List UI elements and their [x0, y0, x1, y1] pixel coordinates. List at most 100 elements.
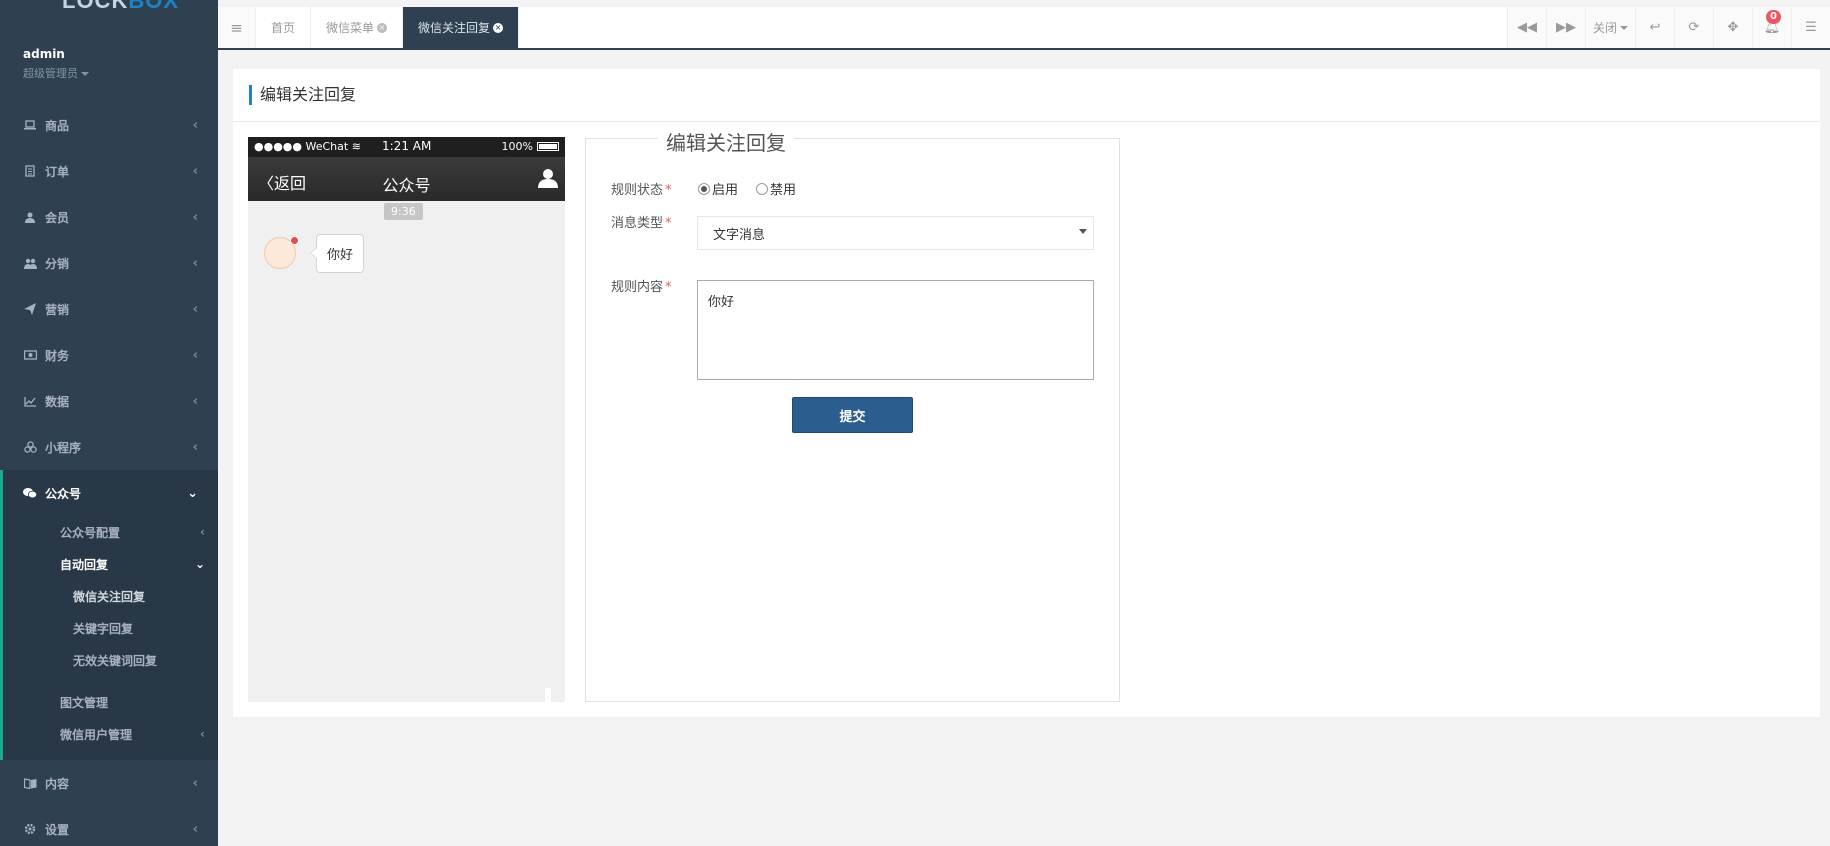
sidebar-item-wechat[interactable]: 公众号 ⌄	[3, 470, 218, 516]
backward-icon: ◀◀	[1517, 20, 1537, 35]
send-icon	[23, 303, 37, 315]
toolbar: ◀◀ ▶▶ 关闭 ↩ ⟳ ✥ 🔔︎ 0 ☰	[1507, 7, 1830, 48]
page-title: 编辑关注回复	[249, 85, 356, 105]
chevron-left-icon: ‹	[192, 347, 198, 363]
tab-wechat-menu[interactable]: 微信菜单 ×	[311, 7, 404, 48]
file-icon	[23, 165, 37, 177]
chevron-left-icon: ‹	[192, 255, 198, 271]
status-disable-radio[interactable]: 禁用	[756, 179, 796, 198]
chevron-left-icon: ‹	[192, 163, 198, 179]
status-time: 1:21 AM	[382, 139, 432, 153]
scrollbar	[545, 688, 551, 702]
caret-down-icon	[81, 72, 89, 76]
wechat-icon	[23, 487, 37, 499]
sidebar-item-goods[interactable]: 商品 ‹	[0, 102, 218, 148]
chevron-left-icon: ‹	[192, 301, 198, 317]
scroll-left-button[interactable]: ◀◀	[1507, 7, 1546, 48]
sidebar-item-finance[interactable]: 财务 ‹	[0, 332, 218, 378]
profile-icon	[537, 167, 559, 189]
list-icon: ☰	[1805, 20, 1817, 35]
sidebar-item-wechat-config[interactable]: 公众号配置 ‹	[3, 516, 218, 548]
type-label: 消息类型 *	[611, 216, 672, 231]
chat-timestamp: 9:36	[384, 203, 423, 220]
line-chart-icon	[23, 395, 37, 407]
refresh-button[interactable]: ⟳	[1674, 7, 1713, 48]
sidebar-item-settings[interactable]: 设置 ‹	[0, 806, 218, 846]
sidebar-item-data[interactable]: 数据 ‹	[0, 378, 218, 424]
content-textarea[interactable]: 你好	[697, 280, 1094, 380]
account-name: 公众号	[382, 176, 431, 195]
logo: LOCKBOX	[62, 0, 180, 13]
user-name: admin	[23, 47, 65, 61]
book-icon	[23, 777, 37, 789]
tab-home[interactable]: 首页	[256, 7, 312, 48]
chevron-left-icon: ‹	[192, 209, 198, 225]
sidebar-item-invalid-keyword-reply[interactable]: 无效关键词回复	[3, 644, 218, 676]
main-panel: 编辑关注回复 ●●●●● WeChat ≋ 1:21 AM 100% 〈返回 公…	[233, 69, 1820, 717]
radio-checked-icon	[698, 182, 710, 195]
status-row: 规则状态 * 启用 禁用	[611, 179, 814, 198]
sidebar-item-follow-reply[interactable]: 微信关注回复	[3, 580, 218, 612]
chevron-left-icon: ‹	[192, 393, 198, 409]
top-tab-bar: ≡ 首页 微信菜单 × 微信关注回复 × ◀◀ ▶▶ 关闭 ↩ ⟳ ✥ 🔔︎ 0 ☰	[218, 7, 1830, 50]
sidebar-item-wechat-users[interactable]: 微信用户管理 ‹	[3, 718, 218, 750]
fullscreen-button[interactable]: ✥	[1713, 7, 1752, 48]
options-button[interactable]: ☰	[1791, 7, 1830, 48]
radio-unchecked-icon	[756, 182, 769, 195]
money-icon	[23, 349, 37, 361]
phone-status-bar: ●●●●● WeChat ≋ 1:21 AM 100%	[248, 137, 565, 157]
menu-toggle-button[interactable]: ≡	[218, 7, 256, 48]
forward-icon: ▶▶	[1556, 20, 1576, 35]
close-tab-icon[interactable]: ×	[493, 22, 504, 33]
reply-icon: ↩	[1649, 20, 1661, 35]
user-role-dropdown[interactable]: 超级管理员	[23, 65, 89, 81]
sidebar-item-distribution[interactable]: 分销 ‹	[0, 240, 218, 286]
notifications-button[interactable]: 🔔︎ 0	[1752, 7, 1791, 48]
tab-follow-reply[interactable]: 微信关注回复 ×	[403, 7, 520, 48]
type-row: 消息类型 *	[611, 212, 698, 231]
chevron-down-icon: ⌄	[194, 557, 205, 571]
chevron-left-icon: ‹	[192, 117, 198, 133]
sidebar-item-content[interactable]: 内容 ‹	[0, 760, 218, 806]
chevron-down-icon: ⌄	[187, 485, 198, 501]
submit-button[interactable]: 提交	[792, 397, 913, 433]
battery-status: 100%	[502, 140, 559, 153]
status-enable-radio[interactable]: 启用	[698, 179, 738, 198]
sidebar-item-keyword-reply[interactable]: 关键字回复	[3, 612, 218, 644]
users-icon	[23, 257, 37, 269]
sidebar-item-members[interactable]: 会员 ‹	[0, 194, 218, 240]
edit-form: 编辑关注回复 规则状态 * 启用 禁用 消息类型 * 文字消息 规则内容 * 你好 提…	[585, 127, 1120, 702]
content-label: 规则内容 *	[611, 280, 672, 295]
caret-down-icon	[1620, 25, 1628, 30]
wifi-icon: ≋	[351, 140, 361, 153]
chevron-left-icon: ‹	[200, 525, 205, 539]
chevron-left-icon: ‹	[200, 727, 205, 741]
chevron-left-icon: ‹	[192, 775, 198, 791]
sidebar-item-auto-reply[interactable]: 自动回复 ⌄	[3, 548, 218, 580]
user-profile[interactable]: admin 超级管理员	[23, 47, 89, 81]
battery-icon	[537, 142, 559, 151]
sidebar-item-orders[interactable]: 订单 ‹	[0, 148, 218, 194]
arrows-icon: ✥	[1727, 20, 1739, 35]
content-row: 规则内容 *	[611, 276, 698, 295]
close-tab-icon[interactable]: ×	[377, 22, 388, 33]
chat-bubble: 你好	[309, 234, 365, 273]
sidebar-group-wechat: 公众号 ⌄ 公众号配置 ‹ 自动回复 ⌄ 微信关注回复 关键字回复 无效关键词回复 图…	[0, 470, 218, 760]
hamburger-icon: ≡	[230, 18, 243, 37]
sidebar-item-marketing[interactable]: 营销 ‹	[0, 286, 218, 332]
laptop-icon	[23, 119, 37, 131]
scroll-right-button[interactable]: ▶▶	[1546, 7, 1585, 48]
sidebar-item-miniprogram[interactable]: 小程序 ‹	[0, 424, 218, 470]
status-label: 规则状态 *	[611, 183, 672, 198]
sidebar: LOCKBOX admin 超级管理员 商品 ‹ 订单 ‹ 会员 ‹ 分销 ‹ 营销 ‹ …	[0, 0, 218, 846]
sidebar-nav: 商品‹ 订单‹ 会员‹ 分销‹ 营销‹ 财务‹ 数据‹ 小程序‹	[0, 102, 218, 846]
notification-dot	[290, 236, 299, 245]
sidebar-item-news-manage[interactable]: 图文管理	[3, 686, 218, 718]
close-tabs-dropdown[interactable]: 关闭	[1585, 7, 1635, 48]
back-button[interactable]: ↩	[1635, 7, 1674, 48]
user-icon	[23, 211, 37, 223]
cubes-icon	[23, 441, 37, 453]
phone-nav-bar: 〈返回 公众号	[248, 157, 565, 201]
chevron-left-icon: ‹	[192, 439, 198, 455]
message-type-select[interactable]: 文字消息	[697, 216, 1094, 250]
